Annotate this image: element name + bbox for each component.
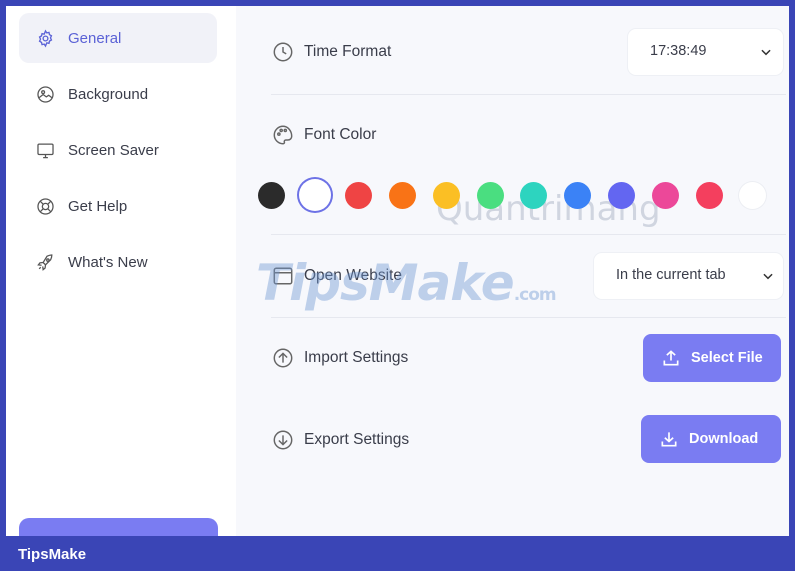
color-swatch[interactable] [607,181,635,209]
sidebar-item-label: Get Help [68,197,128,215]
rocket-icon [35,252,55,272]
download-label: Download [689,431,759,447]
arrow-up-circle-icon [272,347,294,369]
image-icon [35,84,55,104]
download-button[interactable]: Download [641,415,781,463]
color-swatch[interactable] [520,181,548,209]
sidebar-item-label: Background [68,85,149,103]
sidebar-item-general[interactable]: General [19,13,217,63]
color-swatch[interactable] [476,181,504,209]
color-swatch[interactable] [298,179,331,211]
color-swatch[interactable] [388,181,416,209]
chevron-down-icon [763,273,773,280]
time-format-select[interactable]: 17:38:49 [628,29,783,75]
open-website-value: In the current tab [616,267,726,283]
divider [271,317,786,318]
sidebar-item-label: General [68,29,122,47]
sidebar-item-screen-saver[interactable]: Screen Saver [19,125,217,175]
sidebar-item-background[interactable]: Background [19,69,217,119]
time-format-label: Time Format [304,43,392,60]
sidebar-item-label: What's New [68,253,148,271]
color-swatch[interactable] [257,181,285,209]
color-swatch[interactable] [651,181,679,209]
download-icon [659,429,689,449]
sidebar-item-label: Screen Saver [68,141,159,159]
lifebuoy-icon [35,196,55,216]
sidebar-item-whats-new[interactable]: What's New [19,237,217,287]
export-settings-label: Export Settings [304,431,410,448]
palette-icon [272,124,294,146]
select-file-button[interactable]: Select File [643,334,781,382]
sidebar-item-get-help[interactable]: Get Help [19,181,217,231]
footer-brand: TipsMake [18,546,87,563]
color-swatch[interactable] [739,181,767,209]
select-file-label: Select File [691,350,763,366]
divider [271,94,786,95]
arrow-down-circle-icon [272,429,294,451]
sidebar-bottom-button[interactable] [19,518,218,536]
settings-window: General Background Screen Saver Get Help… [6,6,789,536]
divider [271,234,786,235]
color-swatch[interactable] [345,181,373,209]
clock-icon [272,41,294,63]
open-website-select[interactable]: In the current tab [594,253,783,299]
monitor-icon [35,140,55,160]
gear-icon [35,28,55,48]
color-swatch[interactable] [564,181,592,209]
font-color-label: Font Color [304,126,377,143]
import-settings-label: Import Settings [304,349,409,366]
chevron-down-icon [761,49,771,56]
sidebar: General Background Screen Saver Get Help… [6,6,236,536]
tipsmake-watermark: TipsMake.com [256,254,557,312]
color-swatch[interactable] [695,181,723,209]
upload-icon [661,348,691,368]
time-format-value: 17:38:49 [650,43,707,59]
color-swatch[interactable] [432,181,460,209]
